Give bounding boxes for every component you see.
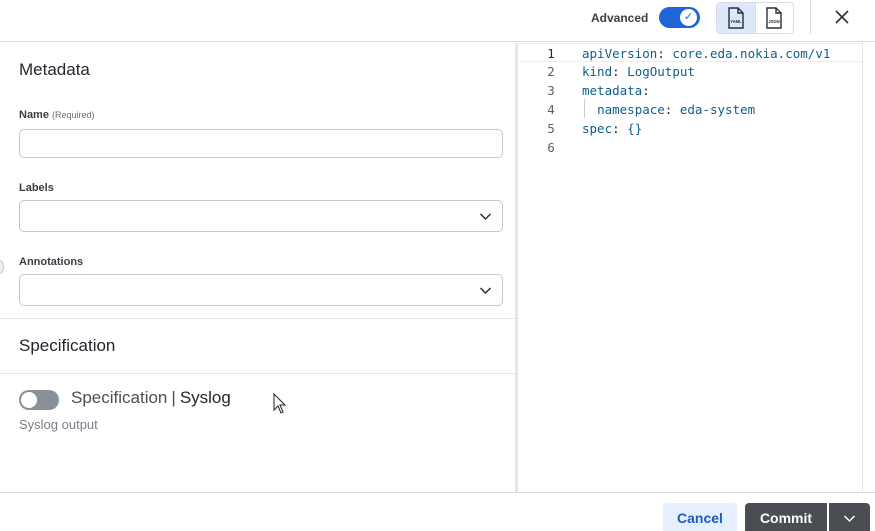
indent-guide xyxy=(584,99,585,118)
top-toolbar: Advanced ✓ YAML JSON xyxy=(0,0,875,42)
required-hint: (Required) xyxy=(51,110,95,120)
metadata-section-title: Metadata xyxy=(19,60,90,79)
spec-prefix: Specification xyxy=(71,388,168,407)
annotations-field-label: Annotations xyxy=(19,256,84,268)
chevron-down-icon xyxy=(843,515,856,523)
syslog-description: Syslog output xyxy=(19,417,98,432)
advanced-toggle[interactable]: ✓ xyxy=(659,7,700,28)
code-line: 2 kind: LogOutput xyxy=(518,62,862,81)
code-line: 3 metadata: xyxy=(518,81,862,100)
specification-section-title: Specification xyxy=(19,336,116,355)
commit-options-button[interactable] xyxy=(829,503,870,531)
annotations-select[interactable] xyxy=(19,274,503,306)
code-line: 4 namespace: eda-system xyxy=(518,100,862,119)
name-label-text: Name xyxy=(19,109,49,121)
close-button[interactable] xyxy=(828,3,856,31)
labels-field-label: Labels xyxy=(19,182,54,194)
section-divider xyxy=(0,318,516,319)
line-number: 4 xyxy=(547,102,555,117)
code-line: 1 apiVersion: core.eda.nokia.com/v1 xyxy=(518,43,862,62)
spec-separator: | xyxy=(171,388,176,407)
panel-resize-handle[interactable] xyxy=(0,260,4,274)
line-number: 1 xyxy=(547,46,555,61)
yaml-icon-text: YAML xyxy=(730,19,742,24)
yaml-file-icon: YAML xyxy=(728,7,744,29)
editor-scrollbar-edge xyxy=(862,43,863,492)
code-text: namespace: eda-system xyxy=(597,102,756,117)
syslog-spec-title: Specification | Syslog xyxy=(71,388,231,408)
yaml-editor[interactable]: 1 apiVersion: core.eda.nokia.com/v1 2 ki… xyxy=(518,43,862,492)
code-text: metadata: xyxy=(582,83,650,98)
code-text: kind: LogOutput xyxy=(582,64,695,79)
advanced-label: Advanced xyxy=(591,11,649,25)
code-text: spec: {} xyxy=(582,121,643,136)
spec-name: Syslog xyxy=(179,388,231,407)
syslog-toggle[interactable] xyxy=(19,390,59,410)
check-icon: ✓ xyxy=(680,9,697,26)
line-number: 6 xyxy=(547,140,555,155)
chevron-down-icon xyxy=(479,213,492,221)
close-icon xyxy=(835,10,849,24)
format-switcher: YAML JSON xyxy=(716,2,794,34)
code-line: 6 xyxy=(518,138,862,157)
code-text: apiVersion: core.eda.nokia.com/v1 xyxy=(582,46,831,61)
resource-form: Metadata Name (Required) Labels Annotatio… xyxy=(0,43,516,492)
mouse-pointer-icon xyxy=(273,393,287,414)
name-field-label: Name (Required) xyxy=(19,109,95,121)
yaml-format-button[interactable]: YAML xyxy=(717,3,755,33)
line-number: 3 xyxy=(547,83,555,98)
cancel-button[interactable]: Cancel xyxy=(663,503,737,531)
code-line: 5 spec: {} xyxy=(518,119,862,138)
toolbar-divider xyxy=(810,0,811,34)
line-number: 5 xyxy=(547,121,555,136)
section-divider xyxy=(0,373,516,374)
chevron-down-icon xyxy=(479,287,492,295)
labels-select[interactable] xyxy=(19,200,503,232)
json-format-button[interactable]: JSON xyxy=(754,3,793,33)
json-icon-text: JSON xyxy=(769,19,780,24)
commit-button[interactable]: Commit xyxy=(745,503,827,531)
toggle-knob xyxy=(21,392,37,408)
name-input[interactable] xyxy=(19,129,503,158)
dialog-footer: Cancel Commit xyxy=(0,492,875,531)
json-file-icon: JSON xyxy=(766,7,783,29)
line-number: 2 xyxy=(547,64,555,79)
